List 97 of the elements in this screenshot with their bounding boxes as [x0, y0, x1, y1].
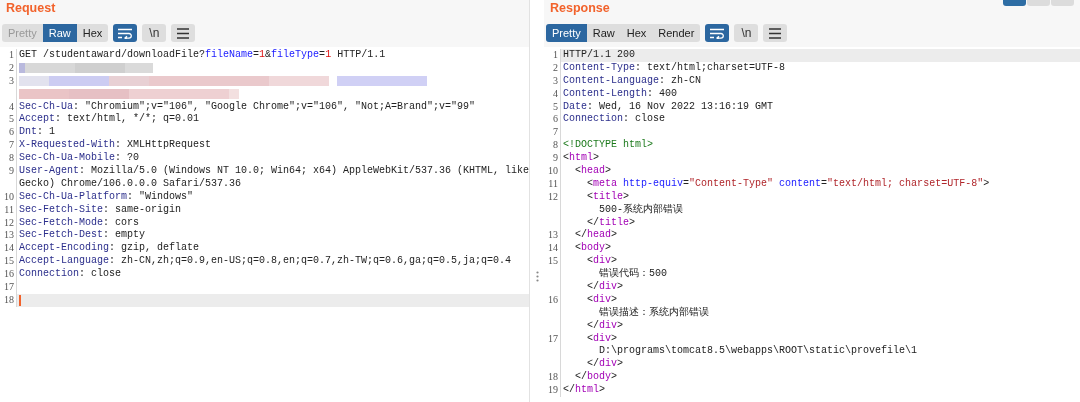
line-number: 19 [548, 384, 558, 396]
line-number: 11 [548, 177, 558, 189]
line-number: 18 [548, 371, 558, 383]
code-line: Sec-Fetch-Mode: cors [19, 216, 140, 229]
panel-title: Response [549, 0, 610, 15]
line-number: 15 [548, 255, 558, 267]
line-number: 9 [9, 165, 14, 176]
code-line: Accept-Language: zh-CN,zh;q=0.9,en-US;q=0.8,en;q=0.7,zh-TW;q=0.6,ga;q=0.5,ja;q=0.4 [19, 255, 512, 268]
line-number: 11 [4, 203, 14, 215]
wrap-toggle[interactable] [705, 24, 730, 42]
line-number: 1 [9, 49, 14, 60]
view-tab[interactable]: Hex [620, 24, 653, 42]
code-line: </div> [586, 319, 624, 333]
line-number: 12 [4, 216, 14, 228]
code-line: Connection: close [19, 268, 122, 282]
menu-button[interactable] [763, 24, 788, 42]
code-line: Accept: text/html, */*; q=0.01 [19, 113, 200, 127]
code-line: Sec-Ch-Ua: "Chromium";v="106", "Google Chrome";v="106", "Not;A=Brand";v="99" [19, 100, 476, 113]
line-number: 6 [9, 126, 14, 138]
code-line: Content-Language: zh-CN [563, 74, 702, 88]
code-line: </html> [563, 384, 606, 398]
wrap-icon [117, 27, 134, 39]
menu-icon [768, 27, 783, 39]
line-number: 13 [4, 229, 14, 241]
line-number: 5 [553, 100, 558, 112]
code-line: Sec-Fetch-Site: same-origin [19, 203, 182, 217]
line-number: 13 [548, 229, 558, 241]
line-number: 12 [548, 190, 558, 202]
code-line: User-Agent: Mozilla/5.0 (Windows NT 10.0; Win64; x64) AppleWebKit/537.36 (KHTML, like [19, 165, 530, 178]
line-number: 4 [553, 87, 558, 99]
line-number: 10 [4, 190, 14, 202]
line-number: 3 [553, 74, 558, 86]
code-line: 错误描述：系统内部错误 [598, 306, 709, 320]
view-tab[interactable]: Raw [586, 24, 621, 42]
newline-toggle[interactable]: \n [734, 24, 759, 42]
code-line: Dnt: 1 [19, 126, 56, 139]
line-number: 17 [4, 281, 14, 293]
code-line: Content-Type: text/html;charset=UTF-8 [563, 61, 786, 75]
code-line: 错误代码：500 [598, 268, 667, 281]
line-number: 14 [548, 242, 558, 254]
code-line: GET /studentaward/downloadFile?fileName=1&fileType=1 HTTP/1.1 [19, 49, 386, 62]
code-line: <html> [563, 152, 600, 165]
menu-icon [176, 27, 191, 39]
code-line: <meta http-equiv="Content-Type" content="text/html; charset=UTF-8"> [586, 177, 990, 191]
line-number: 7 [553, 126, 558, 138]
line-number: 8 [553, 139, 558, 151]
code-line: X-Requested-With: XMLHttpRequest [19, 139, 212, 152]
code-line: <div> [586, 293, 618, 307]
wrap-toggle[interactable] [113, 24, 138, 42]
code-line: Sec-Ch-Ua-Mobile: ?0 [19, 152, 140, 165]
code-line: </head> [574, 229, 618, 242]
line-number: 16 [4, 268, 14, 280]
line-number: 1 [553, 49, 558, 60]
code-line: Content-Length: 400 [563, 87, 678, 101]
code-line: </div> [586, 358, 624, 371]
code-line: Connection: close [563, 113, 666, 127]
code-line: Accept-Encoding: gzip, deflate [19, 242, 200, 255]
code-line: <!DOCTYPE html> [563, 139, 653, 152]
line-number: 15 [4, 255, 14, 267]
view-tab[interactable]: Hex [76, 24, 109, 42]
view-tab[interactable]: Raw [42, 24, 77, 42]
code-line: Date: Wed, 16 Nov 2022 13:16:19 GMT [563, 100, 774, 113]
code-line: <body> [574, 242, 612, 255]
line-number: 14 [4, 242, 14, 254]
panel-title: Request [5, 0, 56, 15]
line-number: 10 [548, 165, 558, 176]
line-number: 7 [9, 139, 14, 151]
code-line: </title> [586, 216, 636, 229]
newline-toggle[interactable]: \n [142, 24, 167, 42]
line-number: 5 [9, 113, 14, 125]
line-number: 4 [9, 100, 14, 112]
view-tab[interactable]: Render [652, 24, 701, 42]
line-number: 6 [553, 113, 558, 125]
code-line: <title> [586, 190, 630, 204]
code-line: </div> [586, 281, 624, 294]
wrap-icon [709, 27, 726, 39]
menu-button[interactable] [171, 24, 196, 42]
line-number: 9 [553, 152, 558, 164]
code-line: D:\programs\tomcat8.5\webapps\ROOT\static\provefile\1 [598, 345, 918, 358]
code-line: <head> [574, 165, 612, 178]
line-number: 2 [553, 61, 558, 73]
code-line: Sec-Fetch-Dest: empty [19, 229, 146, 242]
code-line: <div> [586, 332, 618, 345]
drag-handle-icon [535, 270, 539, 282]
code-line: 500-系统内部错误 [598, 203, 683, 217]
code-line: <div> [586, 255, 618, 268]
line-number: 16 [548, 293, 558, 305]
code-line: </body> [574, 371, 618, 384]
code-line: HTTP/1.1 200 [563, 49, 635, 62]
line-number: 17 [548, 332, 558, 344]
line-number: 3 [9, 74, 14, 86]
line-number: 8 [9, 152, 14, 164]
line-number: 2 [9, 61, 14, 73]
line-number: 18 [4, 293, 14, 305]
code-line: Sec-Ch-Ua-Platform: "Windows" [19, 190, 194, 204]
view-tab[interactable]: Pretty [546, 24, 587, 42]
code-line: Gecko) Chrome/106.0.0.0 Safari/537.36 [19, 177, 242, 191]
